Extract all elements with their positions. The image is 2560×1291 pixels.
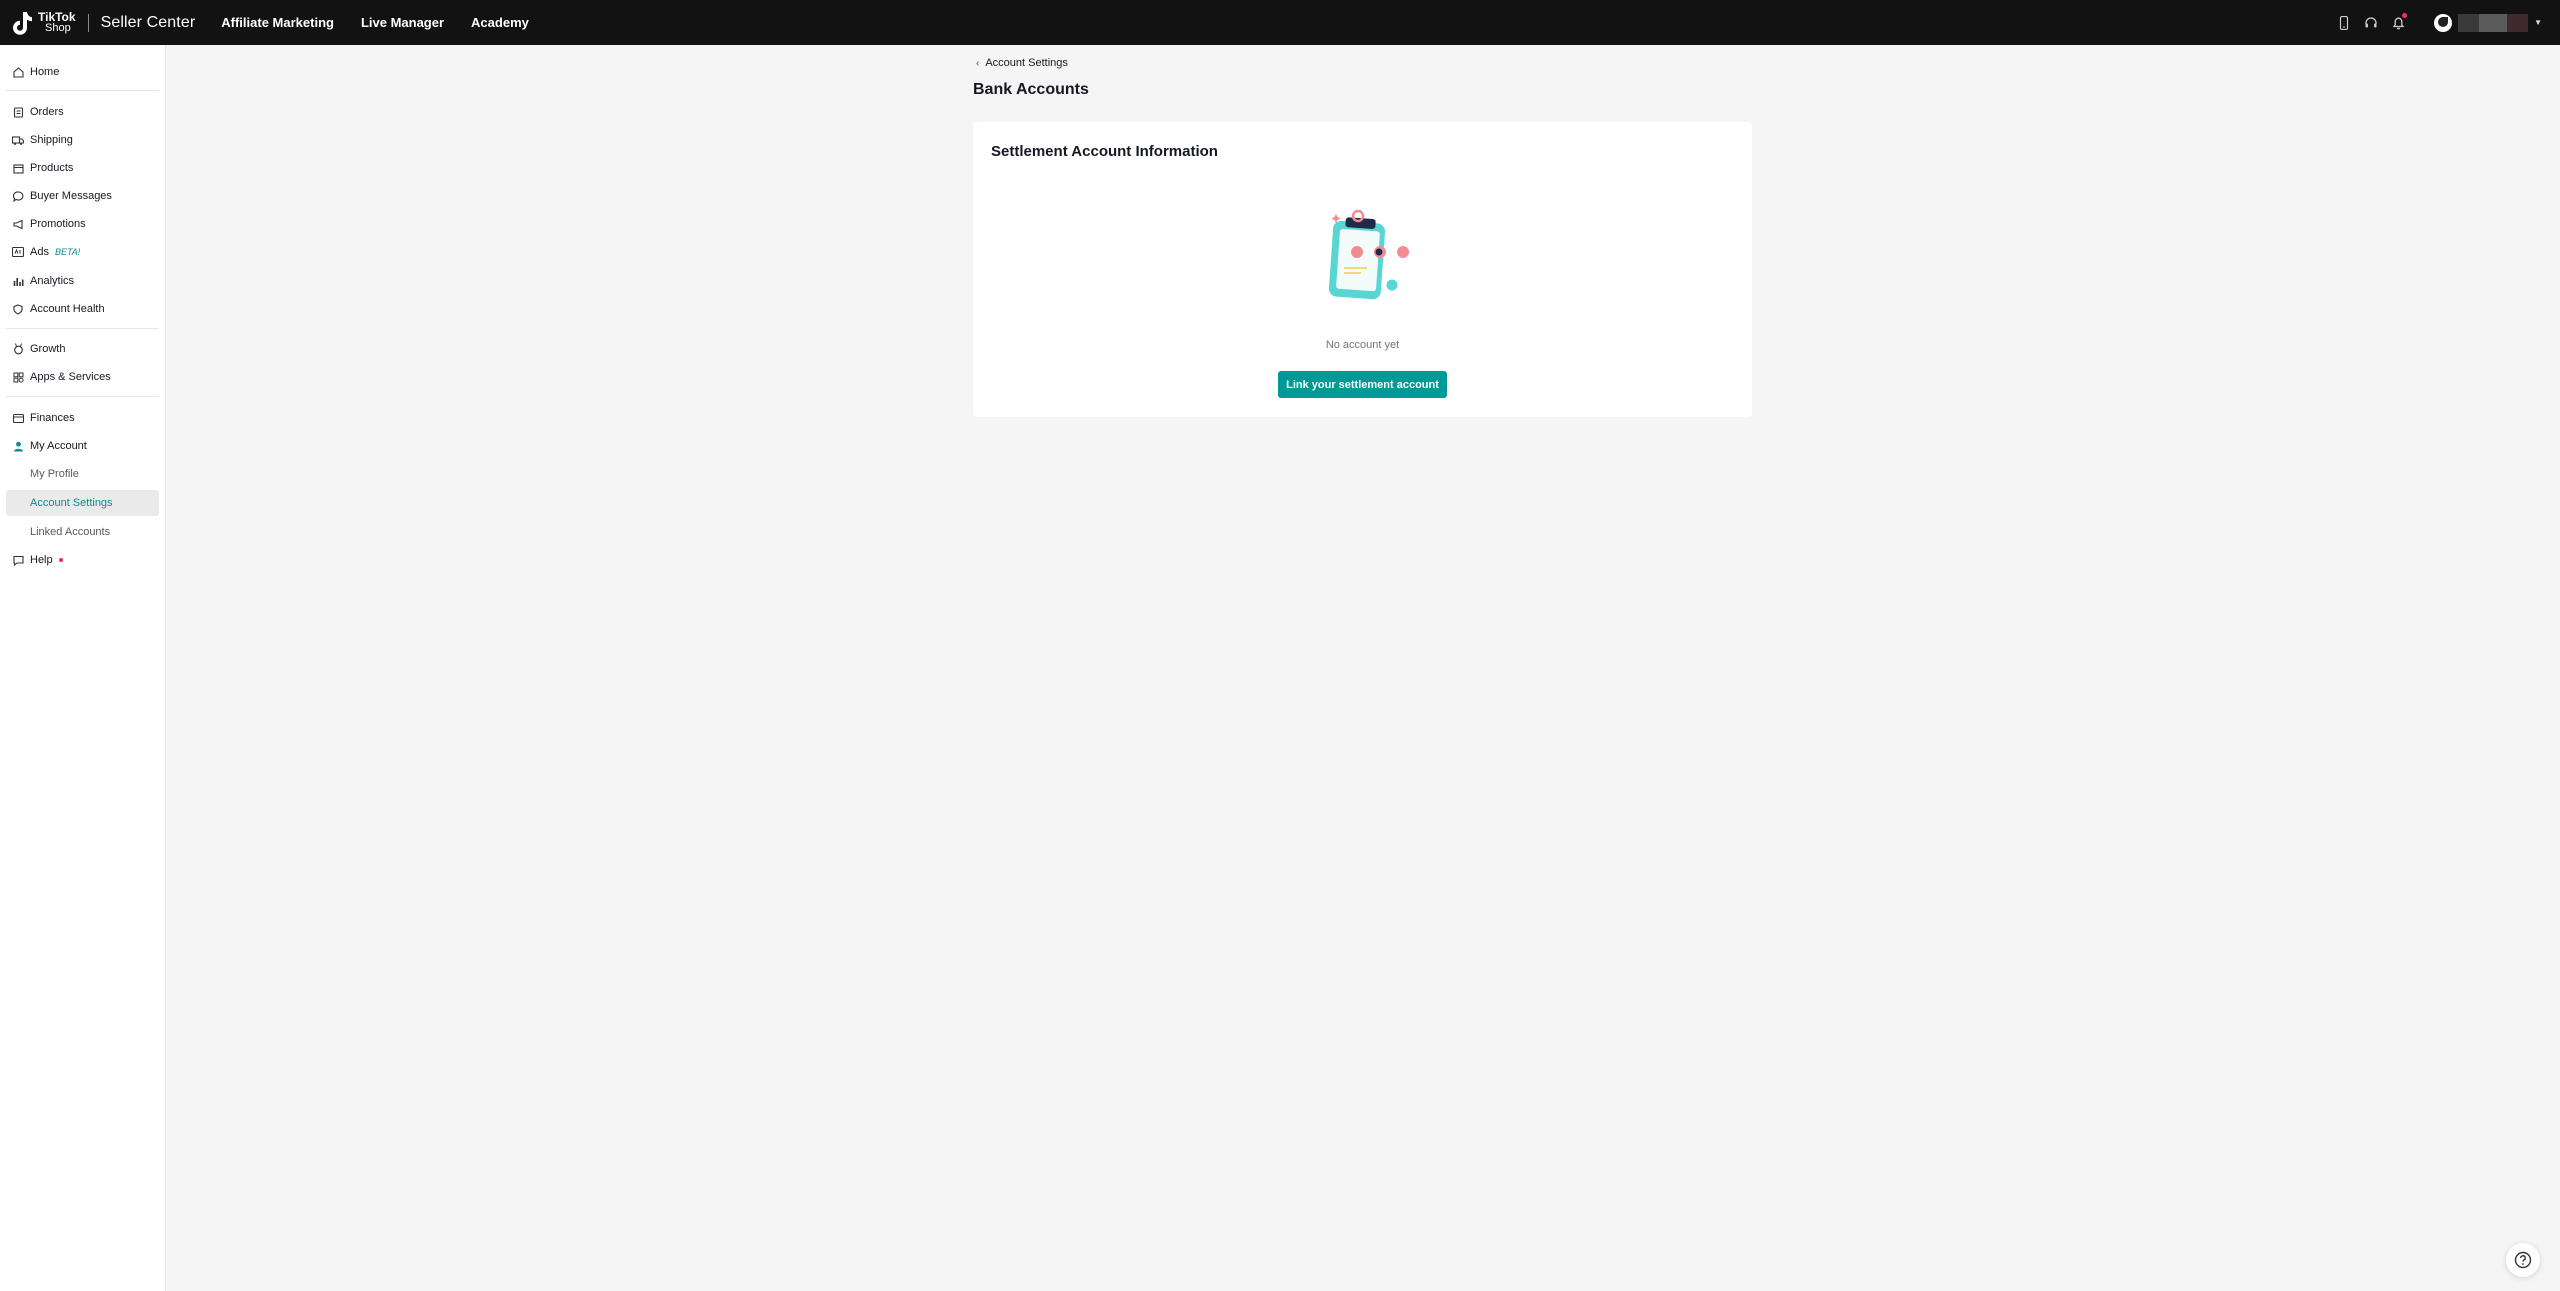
- bell-icon[interactable]: [2390, 12, 2408, 31]
- sidebar-item-label: Orders: [30, 106, 64, 118]
- avatar[interactable]: [2434, 13, 2453, 32]
- brand-title[interactable]: Seller Center: [101, 14, 196, 32]
- beta-badge: BETA!: [54, 247, 81, 257]
- breadcrumb[interactable]: ‹ Account Settings: [976, 57, 1068, 69]
- sidebar-item-label: My Account: [30, 440, 87, 452]
- logo-line1: TikTok: [38, 9, 76, 24]
- sidebar-item-label: Analytics: [30, 275, 75, 287]
- truck-icon: [12, 134, 24, 146]
- sidebar-item-finances[interactable]: Finances: [6, 405, 159, 431]
- sidebar-divider: [6, 328, 159, 329]
- shield-icon: [12, 303, 24, 315]
- ads-icon: [12, 246, 24, 258]
- sidebar-item-label: Growth: [30, 343, 66, 355]
- chat-icon: [12, 190, 24, 202]
- page-title: Bank Accounts: [973, 81, 1089, 98]
- empty-clipboard-illustration: [1328, 209, 1409, 300]
- link-settlement-account-button[interactable]: Link your settlement account: [1278, 371, 1447, 398]
- nav-academy[interactable]: Academy: [471, 15, 529, 30]
- logo-line2: Shop: [45, 21, 71, 34]
- breadcrumb-label: Account Settings: [985, 57, 1068, 69]
- user-icon: [12, 440, 24, 452]
- sidebar-item-label: Help: [30, 554, 53, 566]
- sidebar-item-label: Account Settings: [30, 497, 113, 509]
- nav-live-manager[interactable]: Live Manager: [361, 15, 444, 30]
- sidebar-item-linked-accounts[interactable]: Linked Accounts: [6, 519, 159, 545]
- tiktok-logo-icon: [13, 11, 33, 35]
- home-icon: [12, 66, 24, 78]
- sidebar-item-label: Products: [30, 162, 74, 174]
- sidebar-item-orders[interactable]: Orders: [6, 99, 159, 125]
- megaphone-icon: [12, 218, 24, 230]
- medal-icon: [12, 343, 24, 355]
- sidebar-item-label: Ads: [30, 246, 49, 258]
- chevron-down-icon[interactable]: ▼: [2534, 18, 2542, 27]
- sidebar: Home Orders Shipping Products Buyer Mess…: [0, 45, 166, 1291]
- bar-chart-icon: [12, 275, 24, 287]
- help-book-icon: [12, 554, 24, 566]
- nav-affiliate-marketing[interactable]: Affiliate Marketing: [221, 15, 334, 30]
- sidebar-item-account-health[interactable]: Account Health: [6, 296, 159, 322]
- top-nav: Affiliate Marketing Live Manager Academy: [221, 15, 556, 30]
- header-divider: [87, 13, 89, 32]
- card-title: Settlement Account Information: [991, 143, 1218, 160]
- sidebar-item-growth[interactable]: Growth: [6, 336, 159, 362]
- question-circle-icon: [2514, 1251, 2532, 1269]
- sidebar-item-promotions[interactable]: Promotions: [6, 211, 159, 237]
- sidebar-item-apps-services[interactable]: Apps & Services: [6, 364, 159, 390]
- orders-icon: [12, 106, 24, 118]
- sidebar-item-products[interactable]: Products: [6, 155, 159, 181]
- sidebar-item-label: Finances: [30, 412, 75, 424]
- box-icon: [12, 162, 24, 174]
- sidebar-item-label: Buyer Messages: [30, 190, 112, 202]
- sidebar-item-shipping[interactable]: Shipping: [6, 127, 159, 153]
- chevron-left-icon: ‹: [976, 57, 980, 69]
- apps-icon: [12, 371, 24, 383]
- user-name-redacted[interactable]: [2458, 13, 2529, 32]
- sidebar-item-label: Account Health: [30, 303, 105, 315]
- sidebar-item-buyer-messages[interactable]: Buyer Messages: [6, 183, 159, 209]
- floating-help-button[interactable]: [2506, 1243, 2540, 1277]
- sidebar-divider: [6, 396, 159, 397]
- sidebar-item-label: Home: [30, 66, 60, 78]
- sidebar-item-label: Shipping: [30, 134, 73, 146]
- notification-dot: [2402, 12, 2408, 18]
- sidebar-item-label: Apps & Services: [30, 371, 111, 383]
- tiktok-shop-logo[interactable]: TikTok Shop: [12, 0, 76, 45]
- headset-icon[interactable]: [2363, 15, 2379, 31]
- header-actions: ▼: [2325, 0, 2560, 45]
- sidebar-item-home[interactable]: Home: [6, 59, 159, 85]
- sidebar-item-help[interactable]: Help: [6, 547, 159, 573]
- settlement-account-card: Settlement Account Information No accoun…: [973, 122, 1752, 417]
- sidebar-item-label: My Profile: [30, 468, 79, 480]
- sidebar-item-my-profile[interactable]: My Profile: [6, 461, 159, 487]
- sidebar-item-my-account[interactable]: My Account: [6, 433, 159, 459]
- wallet-icon: [12, 412, 24, 424]
- sidebar-item-label: Linked Accounts: [30, 526, 111, 538]
- sidebar-divider: [6, 90, 159, 91]
- help-notification-dot: [58, 558, 63, 562]
- top-bar: TikTok Shop Seller Center Affiliate Mark…: [0, 0, 2560, 45]
- mobile-icon[interactable]: [2336, 15, 2352, 31]
- empty-state-text: No account yet: [1325, 339, 1400, 351]
- sidebar-item-ads[interactable]: Ads BETA!: [6, 239, 159, 265]
- sidebar-item-label: Promotions: [30, 218, 86, 230]
- sidebar-item-account-settings[interactable]: Account Settings: [6, 490, 159, 516]
- sidebar-item-analytics[interactable]: Analytics: [6, 268, 159, 294]
